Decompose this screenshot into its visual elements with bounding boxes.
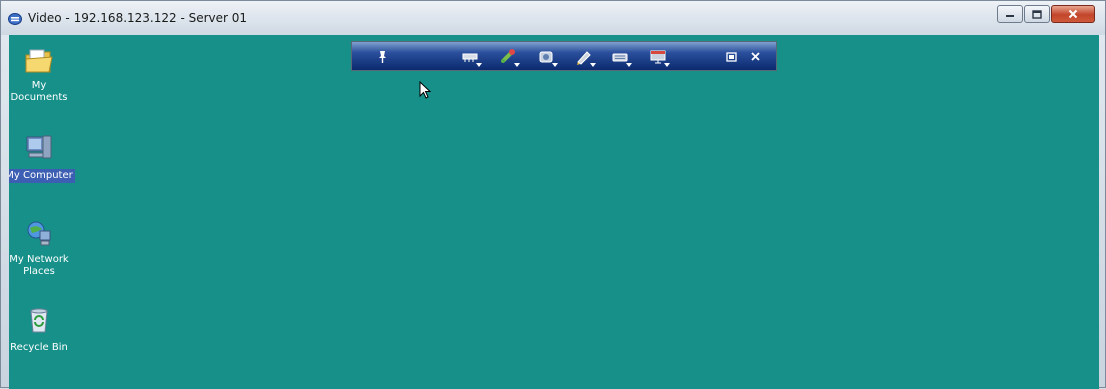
minimize-button[interactable] [997,5,1023,23]
monitor-settings-button[interactable] [648,48,670,67]
folder-documents-icon [25,49,53,73]
camera-button[interactable] [536,48,558,67]
usb-button[interactable] [498,48,520,67]
close-icon [751,52,760,61]
recycle-bin-icon [30,308,48,333]
network-places-icon [27,221,51,246]
close-toolbar-button[interactable] [746,48,766,66]
remote-desktop[interactable]: My Documents My Computer My Network Plac… [9,35,1099,389]
restore-icon [726,52,737,62]
dropdown-caret-icon [626,63,632,67]
dropdown-caret-icon [590,63,596,67]
maximize-button[interactable] [1024,5,1050,23]
dropdown-caret-icon [664,63,670,67]
network-adapter-button[interactable] [460,48,482,67]
window-title: Video - 192.168.123.122 - Server 01 [28,11,248,25]
desktop-icon-label: My Computer [9,169,75,183]
desktop-icon-label: Recycle Bin [10,342,68,353]
dropdown-caret-icon [552,63,558,67]
computer-icon [26,135,52,159]
pin-icon [379,51,386,63]
desktop-icon-network-places[interactable]: My Network Places [9,219,75,279]
desktop-icon-my-computer[interactable]: My Computer [9,133,75,183]
minimize-icon [1006,15,1014,17]
desktop-icon-recycle-bin[interactable]: Recycle Bin [9,305,75,355]
desktop-icon-label: My Network Places [9,254,69,277]
close-window-button[interactable] [1051,5,1095,23]
viewer-window: Video - 192.168.123.122 - Server 01 My D… [0,0,1106,389]
pen-tool-button[interactable] [574,48,596,67]
pin-button[interactable] [372,48,392,66]
kvm-toolbar[interactable] [351,41,777,71]
keyboard-button[interactable] [610,48,632,67]
caption-buttons [996,5,1095,25]
app-icon [8,13,22,25]
desktop-icon-label: My Documents [10,80,68,103]
dropdown-caret-icon [476,63,482,67]
desktop-icon-my-documents[interactable]: My Documents [9,47,75,105]
title-bar[interactable]: Video - 192.168.123.122 - Server 01 [1,1,1105,35]
close-icon [1068,9,1078,19]
restore-toolbar-button[interactable] [722,48,742,66]
maximize-icon [1032,9,1042,19]
dropdown-caret-icon [514,63,520,67]
mouse-cursor-icon [419,81,432,99]
